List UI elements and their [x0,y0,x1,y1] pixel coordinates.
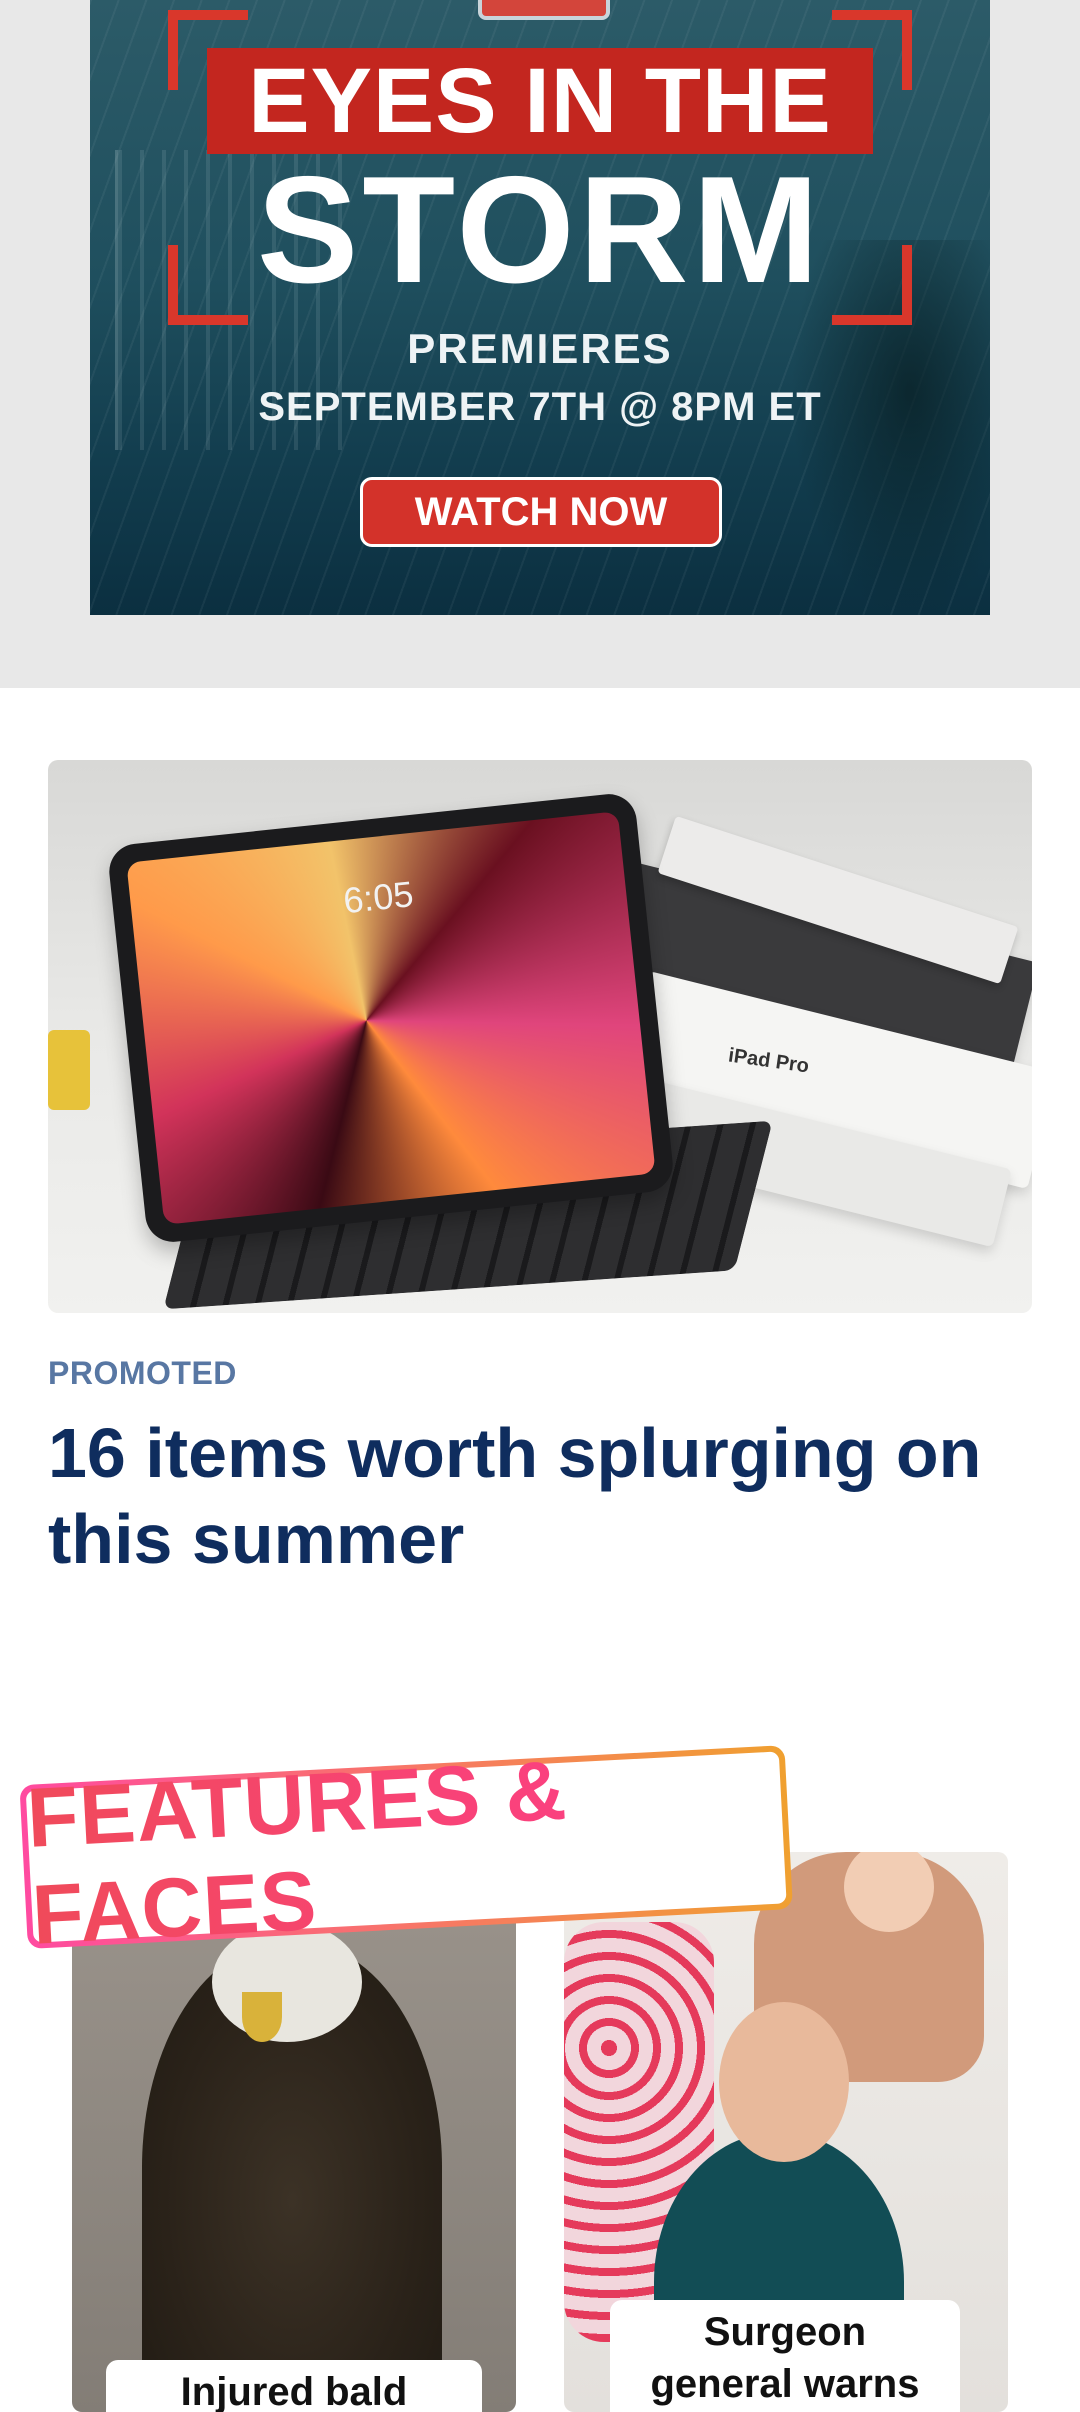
features-faces-badge: FEATURES & FACES [19,1743,793,1962]
tablet: 6:05 [106,791,676,1245]
ad-subtitle-line1: PREMIERES [407,325,673,372]
ad-area: EYES IN THE STORM PREMIERES SEPTEMBER 7T… [0,0,1080,688]
watch-now-button[interactable]: WATCH NOW [360,477,722,547]
promo-article-title[interactable]: 16 items worth splurging on this summer [48,1410,1008,1582]
ad-subtitle-line2: SEPTEMBER 7TH @ 8PM ET [258,385,822,429]
feature-card-family[interactable]: Surgeon general warns of parental [564,1852,1008,2412]
promoted-label: PROMOTED [48,1355,237,1391]
tablet-clock: 6:05 [341,873,416,922]
ad-banner[interactable]: EYES IN THE STORM PREMIERES SEPTEMBER 7T… [90,0,990,615]
eagle-beak [242,1992,282,2042]
mother-head [719,2002,849,2162]
ad-title-line1: EYES IN THE [207,48,873,154]
yellow-object [48,1030,90,1110]
feature-card-caption[interactable]: Injured bald eagle [106,2360,482,2412]
features-badge-inner: FEATURES & FACES [25,1743,787,1962]
features-heading: FEATURES & FACES [25,1730,788,1963]
promo-article-image[interactable]: iPad Pro 6:05 [48,760,1032,1313]
tablet-screen: 6:05 [126,811,656,1225]
ad-logo-badge [478,0,610,20]
ad-title-line2: STORM [256,145,824,315]
feature-card-caption[interactable]: Surgeon general warns of parental [610,2300,960,2412]
